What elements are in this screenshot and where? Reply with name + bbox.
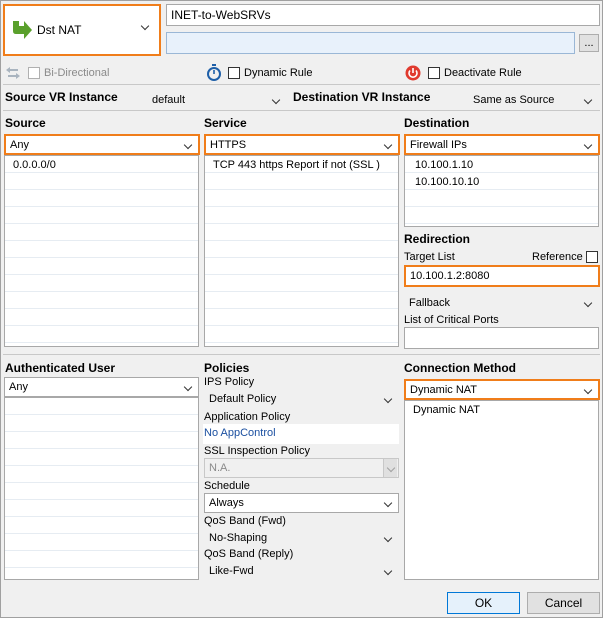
chevron-down-icon [584, 91, 594, 109]
app-policy-label: Application Policy [204, 411, 291, 423]
policies-label: Policies [204, 361, 250, 375]
target-list-value: 10.100.1.2:8080 [410, 270, 490, 282]
green-arrow-icon [10, 19, 34, 44]
chevron-down-icon [384, 494, 394, 512]
connection-method-select[interactable]: Dynamic NAT [404, 379, 600, 400]
source-label: Source [5, 116, 46, 130]
ips-policy-select[interactable]: Default Policy [204, 389, 399, 409]
connection-method-label: Connection Method [404, 361, 516, 375]
source-vr-select[interactable]: default [147, 90, 287, 110]
action-selector[interactable]: Dst NAT [3, 4, 161, 56]
rule-name-field[interactable]: INET-to-WebSRVs [166, 4, 600, 26]
app-policy-field[interactable]: No AppControl [203, 424, 399, 444]
reference-checkbox[interactable] [586, 251, 598, 263]
ssl-policy-select[interactable]: N.A. [204, 458, 399, 478]
auth-user-value: Any [9, 381, 28, 393]
fallback-select[interactable]: Fallback [404, 293, 599, 313]
schedule-select[interactable]: Always [204, 493, 399, 513]
list-item[interactable]: 0.0.0.0/0 [13, 159, 56, 171]
dest-vr-value: Same as Source [473, 94, 555, 106]
target-list-field[interactable]: 10.100.1.2:8080 [404, 265, 600, 287]
action-label: Dst NAT [37, 23, 82, 37]
power-icon [405, 65, 421, 84]
list-item[interactable]: 10.100.10.10 [415, 176, 479, 188]
bidirectional-label: Bi-Directional [44, 67, 110, 79]
qos-fwd-label: QoS Band (Fwd) [204, 515, 286, 527]
destination-label: Destination [404, 116, 470, 130]
qos-reply-label: QoS Band (Reply) [204, 548, 294, 560]
service-list[interactable]: TCP 443 https Report if not (SSL ) [204, 155, 399, 347]
redirection-label: Redirection [404, 232, 471, 246]
list-item[interactable]: 10.100.1.10 [415, 159, 473, 171]
destination-list[interactable]: 10.100.1.10 10.100.10.10 [404, 155, 599, 227]
qos-fwd-value: No-Shaping [209, 532, 268, 544]
qos-fwd-select[interactable]: No-Shaping [204, 528, 399, 548]
chevron-down-icon [384, 562, 394, 580]
fallback-value: Fallback [409, 297, 450, 309]
chevron-down-icon [584, 136, 594, 153]
schedule-value: Always [209, 497, 244, 509]
ips-policy-value: Default Policy [209, 393, 277, 405]
ssl-policy-label: SSL Inspection Policy [204, 445, 310, 457]
destination-select[interactable]: Firewall IPs [404, 134, 600, 155]
list-item[interactable]: Dynamic NAT [413, 404, 480, 416]
service-value: HTTPS [210, 139, 247, 151]
rule-description-field[interactable] [166, 32, 575, 54]
dest-vr-select[interactable]: Same as Source [468, 90, 599, 110]
schedule-label: Schedule [204, 480, 250, 492]
auth-user-select[interactable]: Any [4, 377, 199, 397]
source-vr-value: default [152, 94, 186, 106]
service-select[interactable]: HTTPS [204, 134, 400, 155]
source-vr-label: Source VR Instance [5, 90, 118, 104]
dynamic-rule-label: Dynamic Rule [244, 67, 313, 79]
chevron-down-icon [184, 378, 194, 396]
app-policy-link[interactable]: No AppControl [204, 427, 276, 439]
ok-button[interactable]: OK [447, 592, 520, 614]
chevron-down-icon [384, 136, 394, 153]
separator [3, 84, 600, 85]
separator [3, 354, 600, 355]
chevron-down-icon [184, 136, 194, 153]
cancel-button[interactable]: Cancel [527, 592, 600, 614]
dest-vr-label: Destination VR Instance [293, 90, 431, 104]
auth-user-label: Authenticated User [5, 361, 116, 375]
list-item[interactable]: TCP 443 https Report if not (SSL ) [213, 159, 380, 171]
source-list[interactable]: 0.0.0.0/0 [4, 155, 199, 347]
separator [3, 110, 600, 111]
source-value: Any [10, 139, 29, 151]
source-select[interactable]: Any [4, 134, 200, 155]
ips-policy-label: IPS Policy [204, 376, 255, 388]
description-ellipsis-button[interactable]: ... [579, 34, 599, 52]
deactivate-rule-checkbox[interactable] [428, 67, 440, 79]
qos-reply-value: Like-Fwd [209, 565, 254, 577]
rule-name-value: INET-to-WebSRVs [171, 8, 271, 22]
connection-method-list[interactable]: Dynamic NAT [404, 400, 599, 580]
chevron-down-icon [383, 459, 397, 477]
critical-ports-label: List of Critical Ports [404, 314, 499, 326]
chevron-down-icon [384, 529, 394, 547]
ssl-policy-value: N.A. [209, 462, 231, 474]
bidirectional-arrows-icon [5, 66, 21, 83]
qos-reply-select[interactable]: Like-Fwd [204, 561, 399, 581]
chevron-down-icon [584, 381, 594, 398]
chevron-down-icon [140, 21, 151, 33]
bidirectional-checkbox[interactable] [28, 67, 40, 79]
destination-value: Firewall IPs [410, 139, 467, 151]
critical-ports-field[interactable] [404, 327, 599, 349]
deactivate-rule-label: Deactivate Rule [444, 67, 522, 79]
reference-label: Reference [532, 251, 583, 263]
dynamic-rule-checkbox[interactable] [228, 67, 240, 79]
service-label: Service [204, 116, 247, 130]
chevron-down-icon [384, 390, 394, 408]
stopwatch-icon [206, 64, 222, 84]
target-list-label: Target List [404, 251, 455, 263]
auth-user-list[interactable] [4, 397, 199, 580]
connection-method-value: Dynamic NAT [410, 384, 478, 396]
chevron-down-icon [584, 294, 594, 312]
chevron-down-icon [272, 91, 282, 109]
